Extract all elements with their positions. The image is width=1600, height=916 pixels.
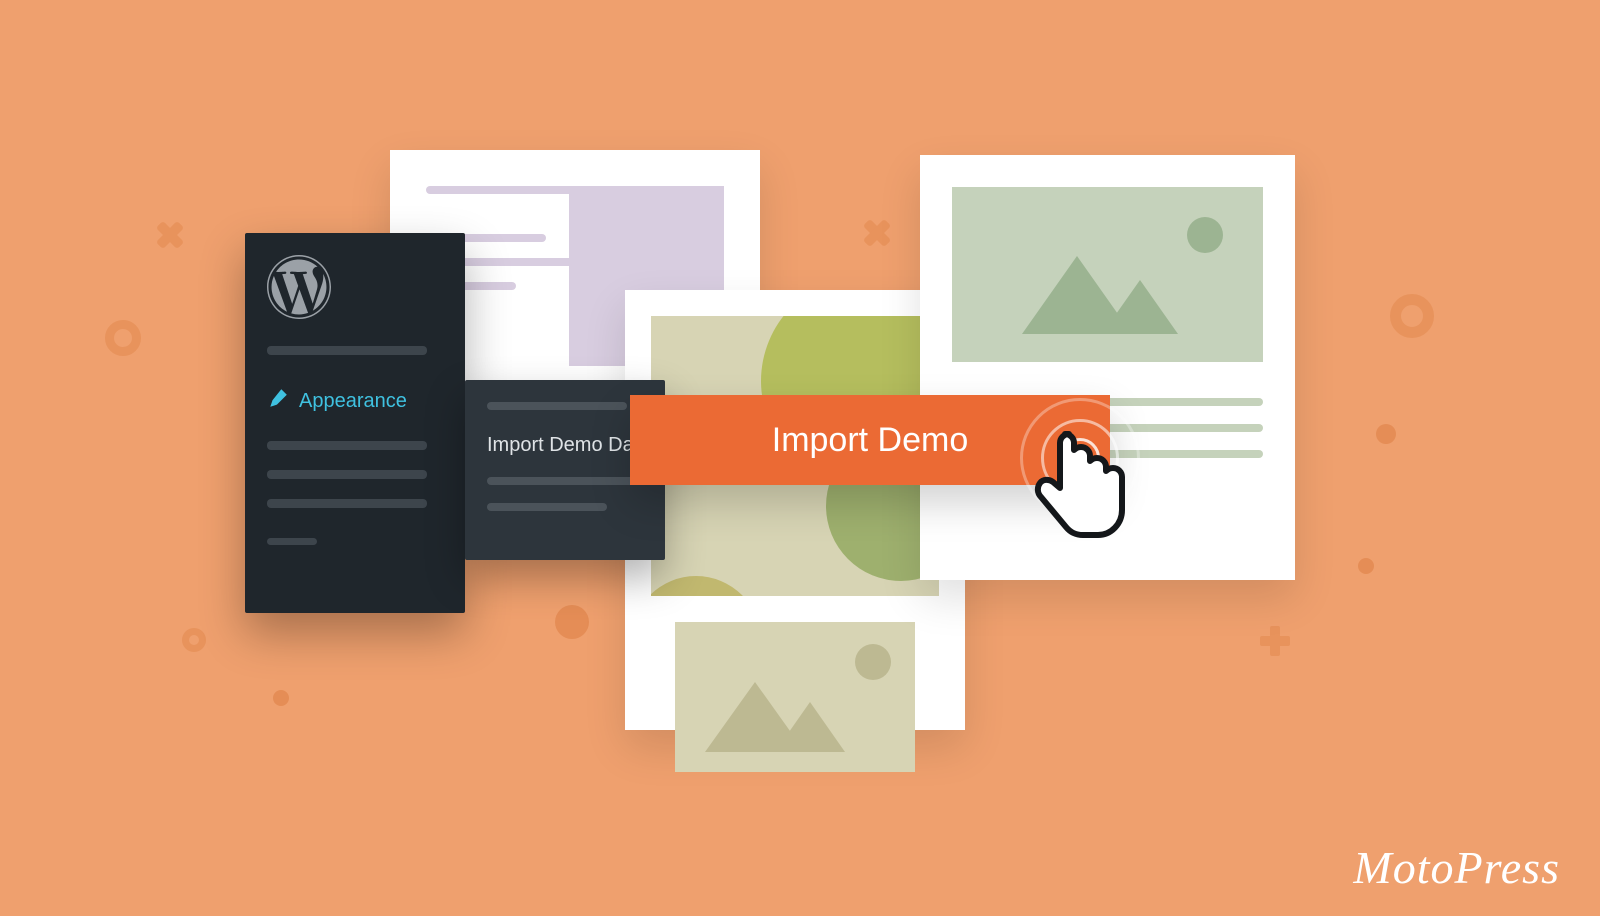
decoration-dot [273, 690, 289, 706]
demo-card-olive [625, 290, 965, 730]
button-label: Import Demo [772, 421, 969, 460]
decoration-cross: .cross::before{ width:30px; height:10px;… [155, 220, 185, 250]
flyout-item-placeholder [487, 477, 637, 485]
brush-icon [267, 387, 289, 415]
decoration-plus: .plus::before{ width:30px; height:10px; … [1260, 626, 1290, 656]
decoration-ring [1390, 294, 1434, 338]
decoration-ring [105, 320, 141, 356]
decoration-dot [1358, 558, 1374, 574]
flyout-item-placeholder [487, 503, 607, 511]
sidebar-item-placeholder [267, 470, 427, 479]
decoration-cross [862, 218, 892, 248]
cursor-pointer [1000, 410, 1160, 610]
sidebar-collapse-placeholder [267, 538, 317, 545]
sidebar-item-placeholder [267, 346, 427, 355]
wordpress-logo-icon [267, 255, 443, 324]
sidebar-item-placeholder [267, 441, 427, 450]
motopress-logo: MotoPress [1353, 841, 1560, 894]
wp-admin-sidebar: Appearance [245, 233, 465, 613]
image-placeholder [675, 622, 915, 772]
sidebar-item-placeholder [267, 499, 427, 508]
image-placeholder [952, 187, 1263, 362]
decoration-dot [555, 605, 589, 639]
decoration-dot [1376, 424, 1396, 444]
flyout-item-placeholder [487, 402, 627, 410]
hand-pointer-icon [1026, 422, 1136, 572]
sidebar-item-label: Appearance [299, 390, 407, 413]
decoration-ring [182, 628, 206, 652]
placeholder-line [426, 186, 576, 194]
sidebar-item-appearance[interactable]: Appearance [245, 375, 465, 427]
